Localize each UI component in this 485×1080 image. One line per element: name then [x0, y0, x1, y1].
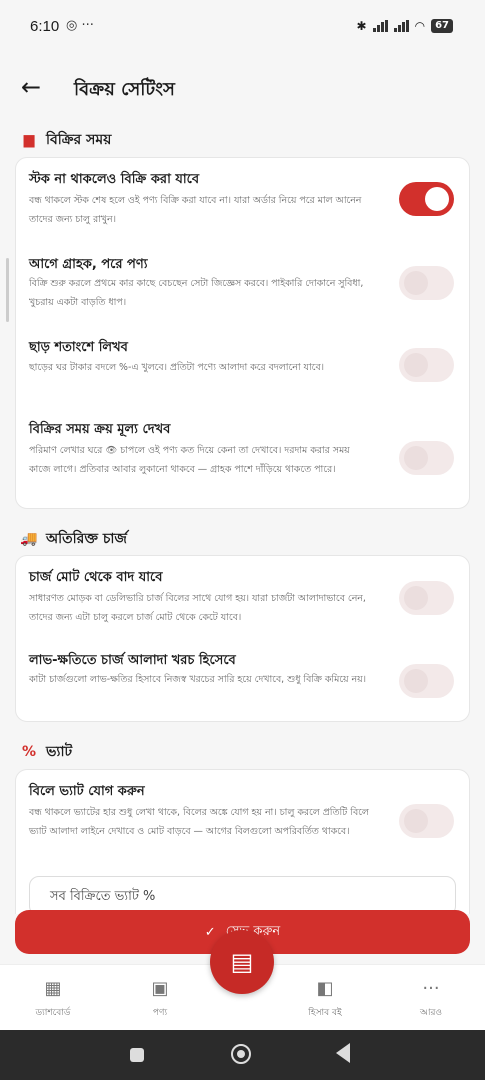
setting-title: বিলে ভ্যাট যোগ করুন — [29, 784, 145, 799]
cash-register-icon: ▤ — [230, 948, 254, 976]
back-arrow-icon[interactable]: ← — [16, 72, 46, 102]
setting-title: ছাড় শতাংশে লিখব — [29, 340, 128, 355]
status-time: 6:10 — [30, 18, 60, 35]
system-navigation-bar — [0, 1030, 485, 1080]
setting-title: আগে গ্রাহক, পরে পণ্য — [29, 257, 148, 272]
vat-percent-label: সব বিক্রিতে ভ্যাট % — [50, 889, 156, 904]
page-title: বিক্রয় সেটিংস — [74, 79, 175, 100]
charges-settings-card: চার্জ মোট থেকে বাদ যাবে সাধারণত মোড়ক বা… — [15, 555, 470, 722]
more-dots-icon: ··· — [422, 978, 440, 999]
sales-settings-card: স্টক না থাকলেও বিক্রি করা যাবে বন্ধ থাকল… — [15, 157, 470, 509]
setting-description: ছাড়ের ঘর টাকার বদলে %-এ খুলবে। প্রতিটা … — [29, 362, 325, 373]
cash-register-icon: ▆ — [23, 132, 35, 148]
setting-title: চার্জ মোট থেকে বাদ যাবে — [29, 570, 163, 585]
setting-title: বিক্রির সময় ক্রয় মূল্য দেখব — [29, 422, 171, 437]
wifi-icon: ◠ — [414, 19, 426, 33]
section-header-sales: ▆ বিক্রির সময় — [20, 128, 112, 152]
setting-row-charge-deducted: চার্জ মোট থেকে বাদ যাবে সাধারণত মোড়ক বা… — [16, 556, 471, 640]
new-sale-fab[interactable]: ▤ — [210, 930, 274, 994]
nav-item-dashboard[interactable]: ▦ ড্যাশবোর্ড — [13, 977, 93, 1020]
setting-description: কাটা চার্জগুলো লাভ-ক্ষতির হিসাবে নিজস্ব … — [29, 674, 367, 685]
setting-title: স্টক না থাকলেও বিক্রি করা যাবে — [29, 172, 200, 187]
section-header-charges: 🚚 অতিরিক্ত চার্জ — [20, 527, 127, 551]
charge-separate-expense-toggle[interactable] — [399, 664, 454, 698]
archive-box-icon: ▣ — [151, 978, 169, 999]
ledger-book-icon: ◧ — [316, 978, 334, 999]
nav-item-ledger[interactable]: ◧ হিসাব বই — [285, 977, 365, 1020]
signal-icon-2 — [393, 20, 409, 32]
nav-label: হিসাব বই — [308, 1008, 342, 1018]
setting-row-show-purchase-price: বিক্রির সময় ক্রয় মূল্য দেখব পরিমাণ লেখ… — [16, 410, 471, 510]
status-bar: 6:10 ◎ ··· ✱ ◠ 67 — [0, 0, 485, 56]
setting-row-discount-percent: ছাড় শতাংশে লিখব ছাড়ের ঘর টাকার বদলে %-… — [16, 328, 471, 410]
recents-square-icon[interactable] — [130, 1048, 144, 1062]
home-circle-icon[interactable] — [231, 1044, 251, 1064]
battery-icon: 67 — [431, 19, 453, 33]
percent-icon: % — [21, 744, 37, 760]
nav-item-more[interactable]: ··· আরও — [391, 977, 471, 1020]
back-triangle-icon[interactable] — [336, 1043, 350, 1063]
nav-label: পণ্য — [152, 1008, 168, 1018]
scroll-indicator — [6, 258, 9, 322]
add-vat-toggle[interactable] — [399, 804, 454, 838]
section-title: অতিরিক্ত চার্জ — [46, 531, 127, 547]
bluetooth-icon: ✱ — [356, 19, 367, 33]
truck-icon: 🚚 — [20, 531, 38, 547]
dashboard-icon: ▦ — [44, 978, 62, 999]
nav-label: ড্যাশবোর্ড — [35, 1008, 71, 1018]
discount-percent-toggle[interactable] — [399, 348, 454, 382]
status-notification-icons: ◎ ··· — [66, 18, 94, 33]
setting-row-sell-without-stock: স্টক না থাকলেও বিক্রি করা যাবে বন্ধ থাকল… — [16, 158, 471, 244]
nav-item-products[interactable]: ▣ পণ্য — [120, 977, 200, 1020]
app-bar: ← বিক্রয় সেটিংস — [0, 62, 485, 112]
show-purchase-price-toggle[interactable] — [399, 441, 454, 475]
section-title: ভ্যাট — [46, 744, 73, 760]
signal-icon — [372, 20, 388, 32]
status-indicators: ✱ ◠ 67 — [357, 19, 453, 33]
setting-row-charge-separate-expense: লাভ-ক্ষতিতে চার্জ আলাদা খরচ হিসেবে কাটা … — [16, 640, 471, 723]
section-title: বিক্রির সময় — [46, 132, 112, 148]
setting-description: সাধারণত মোড়ক বা ডেলিভারি চার্জ বিলের সা… — [29, 593, 366, 623]
setting-description: পরিমাণ লেখার ঘরে 👁 চাপলে ওই পণ্য কত দিয়… — [29, 445, 350, 475]
charge-deducted-toggle[interactable] — [399, 581, 454, 615]
setting-row-customer-first: আগে গ্রাহক, পরে পণ্য বিক্রি শুরু করলে প্… — [16, 244, 471, 328]
setting-title: লাভ-ক্ষতিতে চার্জ আলাদা খরচ হিসেবে — [29, 653, 236, 668]
setting-description: বন্ধ থাকলে স্টক শেষ হলে ওই পণ্য বিক্রি ক… — [29, 195, 362, 225]
vat-settings-card: বিলে ভ্যাট যোগ করুন বন্ধ থাকলে ভ্যাটের হ… — [15, 769, 471, 916]
nav-label: আরও — [419, 1008, 443, 1018]
section-header-vat: % ভ্যাট — [20, 740, 72, 764]
setting-description: বিক্রি শুরু করলে প্রথমে কার কাছে বেচছেন … — [29, 278, 364, 308]
setting-description: বন্ধ থাকলে ভ্যাটের হার শুধু লেখা থাকে, ব… — [29, 807, 369, 837]
customer-first-toggle[interactable] — [399, 266, 454, 300]
setting-row-add-vat: বিলে ভ্যাট যোগ করুন বন্ধ থাকলে ভ্যাটের হ… — [16, 770, 471, 870]
check-icon: ✓ — [204, 924, 216, 940]
sell-without-stock-toggle[interactable] — [399, 182, 454, 216]
